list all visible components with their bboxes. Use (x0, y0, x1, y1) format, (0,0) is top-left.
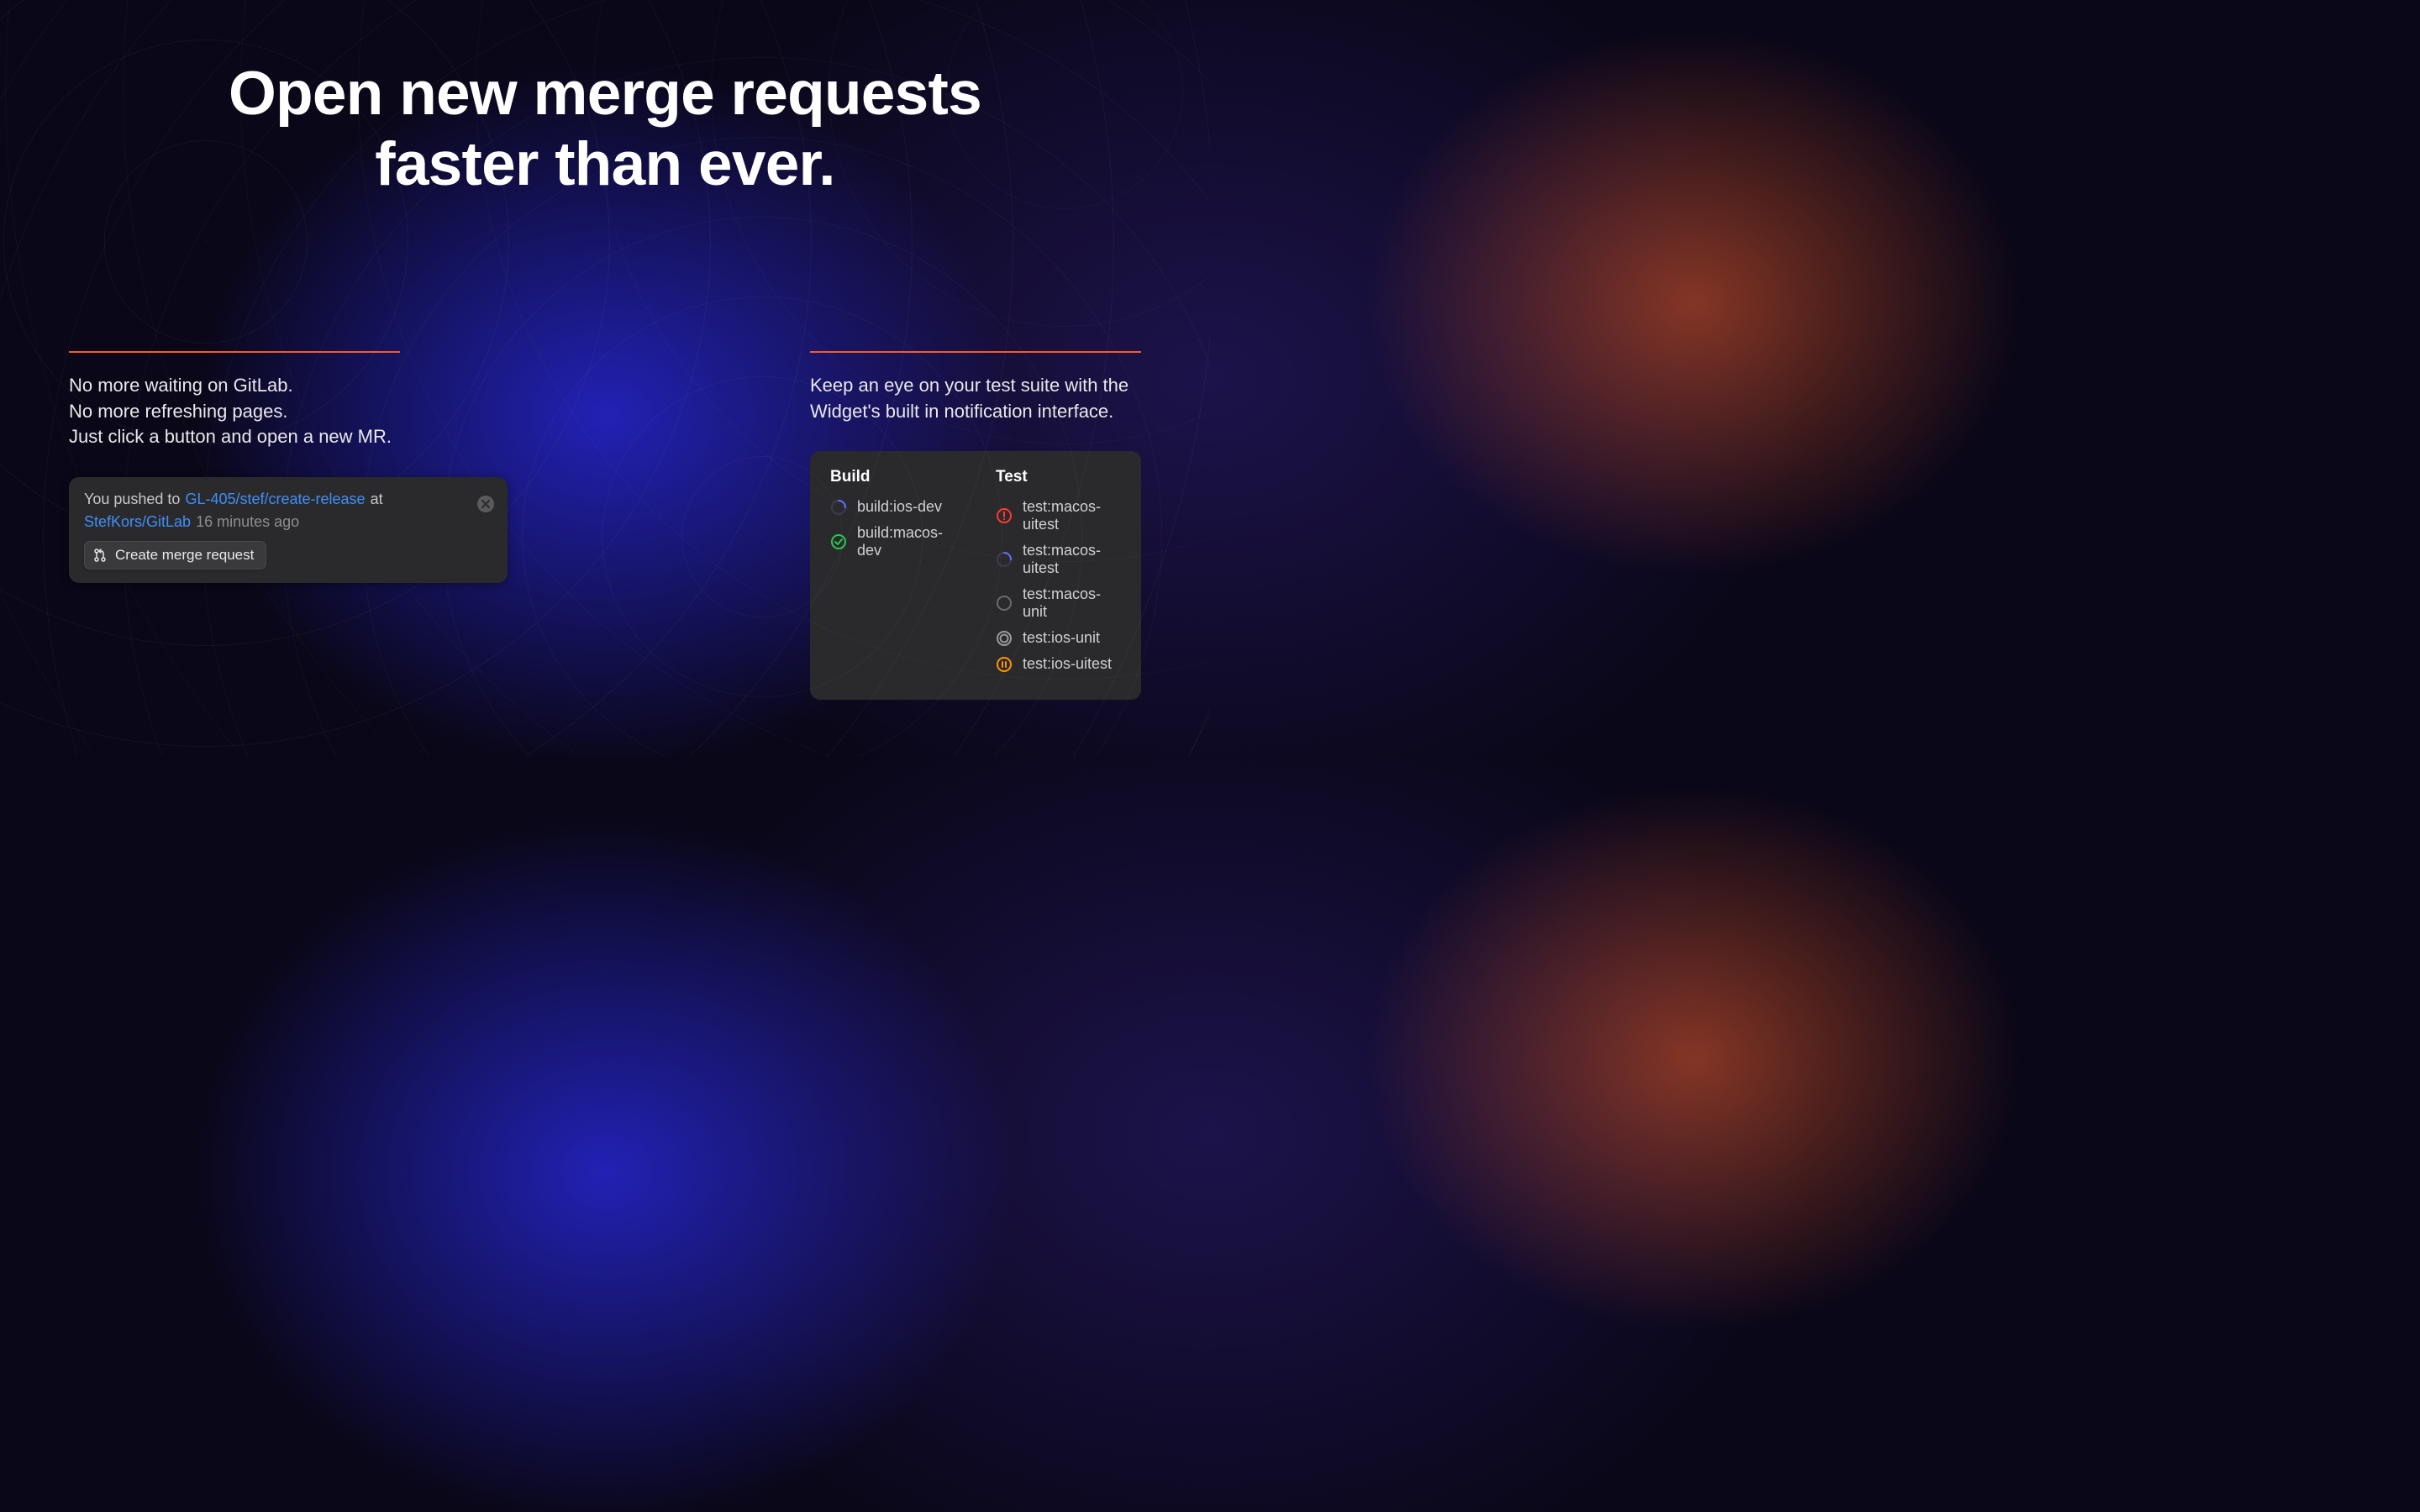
headline-line-2: faster than ever. (375, 130, 835, 198)
job-label: test:ios-uitest (1023, 655, 1112, 673)
job-row[interactable]: test:ios-unit (996, 629, 1121, 647)
feature-description: No more waiting on GitLab. No more refre… (69, 373, 508, 450)
status-failed-icon (996, 507, 1013, 524)
job-row[interactable]: build:ios-dev (830, 498, 955, 516)
push-prefix: You pushed to (84, 491, 180, 508)
merge-request-icon (93, 549, 107, 562)
job-row[interactable]: build:macos-dev (830, 524, 955, 559)
pipeline-card: Build build:ios-dev build:macos-dev (810, 451, 1141, 700)
feature-column-right: Keep an eye on your test suite with the … (810, 351, 1141, 701)
headline-line-1: Open new merge requests (229, 60, 981, 128)
push-time: 16 minutes ago (196, 513, 299, 531)
job-label: test:ios-unit (1023, 629, 1100, 647)
status-skipped-icon (996, 630, 1013, 647)
test-column: Test test:macos-uitest test:macos-uitest (996, 468, 1121, 681)
push-notification-card: You pushed to GL-405/stef/create-release… (69, 477, 508, 583)
job-row[interactable]: test:macos-unit (996, 585, 1121, 621)
create-merge-request-button[interactable]: Create merge request (84, 541, 266, 570)
divider (69, 351, 400, 353)
status-success-icon (830, 533, 847, 550)
branch-link[interactable]: GL-405/stef/create-release (185, 491, 365, 508)
job-label: build:macos-dev (857, 524, 955, 559)
status-paused-icon (996, 656, 1013, 673)
create-mr-label: Create merge request (115, 547, 254, 564)
build-heading: Build (830, 468, 955, 486)
feature-description: Keep an eye on your test suite with the … (810, 373, 1141, 425)
close-icon (481, 500, 490, 508)
status-running-icon (996, 551, 1013, 568)
job-row[interactable]: test:macos-uitest (996, 498, 1121, 533)
test-heading: Test (996, 468, 1121, 486)
build-column: Build build:ios-dev build:macos-dev (830, 468, 955, 681)
status-pending-icon (996, 595, 1013, 612)
job-label: test:macos-uitest (1023, 498, 1121, 533)
job-label: build:ios-dev (857, 498, 942, 516)
feature-column-left: No more waiting on GitLab. No more refre… (69, 351, 508, 701)
page-headline: Open new merge requests faster than ever… (0, 0, 1210, 200)
job-row[interactable]: test:macos-uitest (996, 542, 1121, 577)
repo-link[interactable]: StefKors/GitLab (84, 513, 191, 531)
divider (810, 351, 1141, 353)
job-label: test:macos-unit (1023, 585, 1121, 621)
push-message: You pushed to GL-405/stef/create-release… (84, 491, 492, 531)
push-at: at (371, 491, 383, 508)
job-label: test:macos-uitest (1023, 542, 1121, 577)
job-row[interactable]: test:ios-uitest (996, 655, 1121, 673)
status-running-icon (830, 499, 847, 516)
